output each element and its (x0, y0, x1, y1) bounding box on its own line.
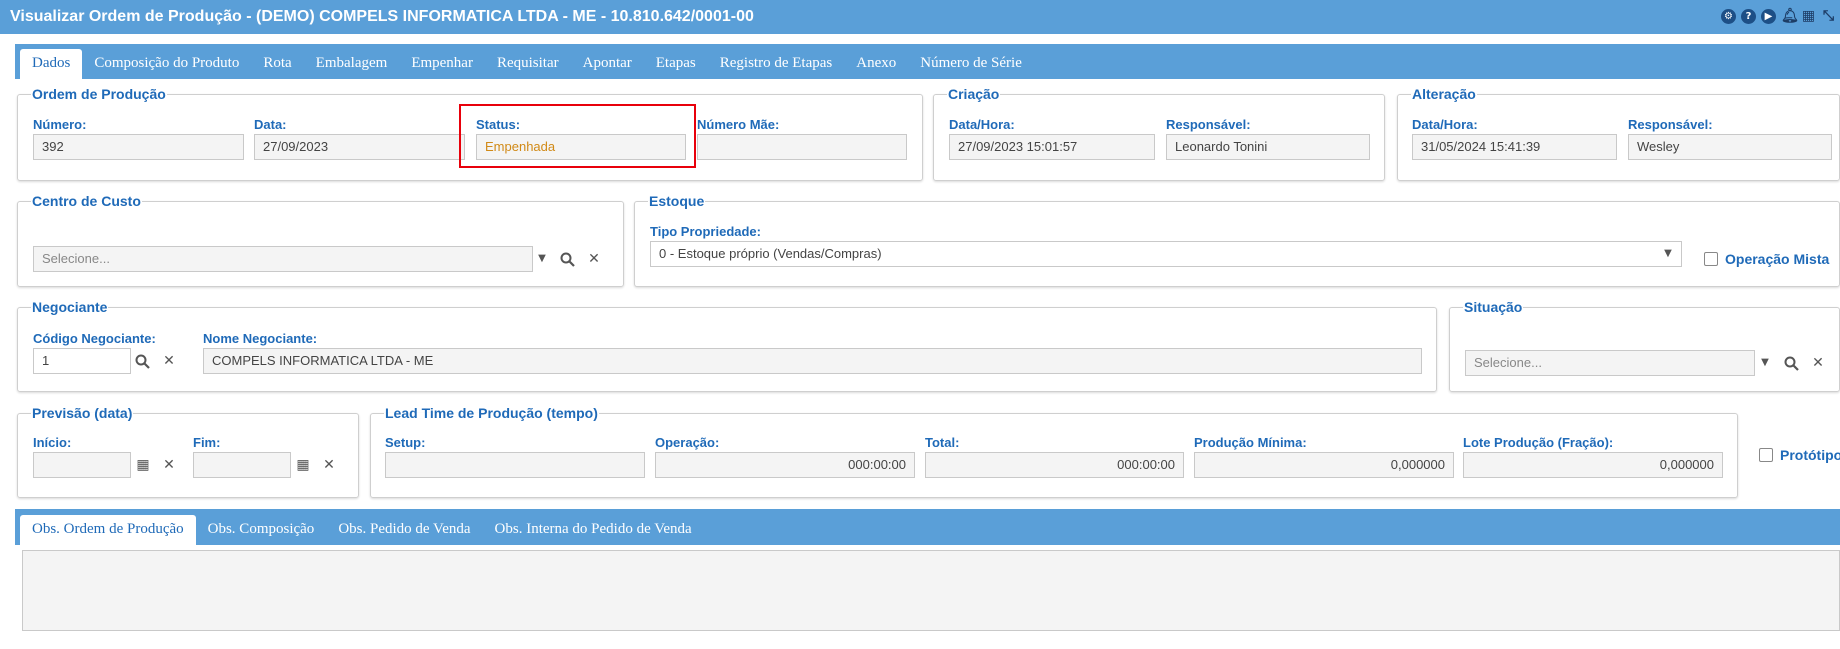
operacao-mista-label: Operação Mista (1725, 251, 1830, 267)
tab-numero-serie[interactable]: Número de Série (908, 49, 1034, 79)
tab-composicao-produto[interactable]: Composição do Produto (82, 49, 251, 79)
bell-icon[interactable]: 🔔︎ (1781, 9, 1799, 24)
fim-date-field[interactable] (193, 452, 291, 478)
criacao-legend: Criação (948, 86, 1000, 102)
tipo-propriedade-label: Tipo Propriedade: (650, 224, 761, 239)
obs-textarea[interactable] (22, 550, 1840, 631)
ordem-producao-legend: Ordem de Produção (32, 86, 166, 102)
operacao-mista-checkbox[interactable] (1704, 252, 1718, 266)
alteracao-responsavel-label: Responsável: (1628, 117, 1713, 132)
settings-icon[interactable]: ⚙ (1721, 9, 1736, 24)
prototipo-label: Protótipo (1780, 447, 1840, 463)
numero-mae-field[interactable] (697, 134, 907, 160)
tab-dados[interactable]: Dados (20, 49, 83, 79)
tab-rota[interactable]: Rota (251, 49, 303, 79)
centro-custo-group: Centro de Custo (17, 193, 624, 287)
situacao-search-icon[interactable] (1781, 353, 1801, 373)
nome-negociante-label: Nome Negociante: (203, 331, 318, 346)
criacao-responsavel-label: Responsável: (1166, 117, 1251, 132)
negociante-clear-icon[interactable]: ✕ (159, 351, 179, 371)
lote-producao-field[interactable]: 0,000000 (1463, 452, 1723, 478)
lead-time-legend: Lead Time de Produção (tempo) (385, 405, 598, 421)
criacao-datahora-field[interactable]: 27/09/2023 15:01:57 (949, 134, 1155, 160)
numero-mae-label: Número Mãe: (697, 117, 780, 132)
data-field[interactable]: 27/09/2023 (254, 134, 465, 160)
operacao-label: Operação: (655, 435, 720, 450)
total-field[interactable]: 000:00:00 (925, 452, 1184, 478)
situacao-legend: Situação (1464, 299, 1523, 315)
nome-negociante-field[interactable]: COMPELS INFORMATICA LTDA - ME (203, 348, 1422, 374)
situacao-select[interactable]: Selecione... (1465, 350, 1755, 376)
fim-calendar-icon[interactable]: ▦ (293, 455, 313, 475)
main-tabbar: Dados Composição do Produto Rota Embalag… (15, 44, 1840, 79)
tab-obs-ordem-producao[interactable]: Obs. Ordem de Produção (20, 515, 196, 545)
centro-custo-search-icon[interactable] (557, 249, 577, 269)
prototipo-checkbox[interactable] (1759, 448, 1773, 462)
codigo-negociante-field[interactable]: 1 (33, 348, 131, 374)
status-highlight-box (459, 104, 696, 168)
negociante-search-icon[interactable] (132, 351, 152, 371)
centro-custo-legend: Centro de Custo (32, 193, 141, 209)
tab-obs-interna-pedido-venda[interactable]: Obs. Interna do Pedido de Venda (483, 515, 704, 545)
estoque-group: Estoque (634, 193, 1840, 287)
codigo-negociante-label: Código Negociante: (33, 331, 156, 346)
fim-clear-icon[interactable]: ✕ (319, 455, 339, 475)
data-label: Data: (254, 117, 287, 132)
negociante-legend: Negociante (32, 299, 108, 315)
tab-apontar[interactable]: Apontar (571, 49, 644, 79)
tab-obs-composicao[interactable]: Obs. Composição (196, 515, 327, 545)
previsao-legend: Previsão (data) (32, 405, 133, 421)
obs-tabbar: Obs. Ordem de Produção Obs. Composição O… (15, 509, 1840, 545)
situacao-group: Situação (1449, 299, 1840, 392)
play-icon[interactable]: ▶ (1761, 9, 1776, 24)
numero-label: Número: (33, 117, 87, 132)
titlebar-icons: ⚙ ? ▶ 🔔︎ ▦ ⤡ (1721, 9, 1836, 24)
situacao-clear-icon[interactable]: ✕ (1808, 353, 1828, 373)
tab-obs-pedido-venda[interactable]: Obs. Pedido de Venda (326, 515, 482, 545)
numero-field[interactable]: 392 (33, 134, 244, 160)
tab-empenhar[interactable]: Empenhar (399, 49, 485, 79)
estoque-legend: Estoque (649, 193, 705, 209)
situacao-dropdown-icon[interactable]: ▼ (1755, 353, 1775, 373)
window-title: Visualizar Ordem de Produção - (DEMO) CO… (10, 8, 754, 25)
criacao-responsavel-field[interactable]: Leonardo Tonini (1166, 134, 1370, 160)
centro-custo-select[interactable]: Selecione... (33, 246, 533, 272)
tab-embalagem[interactable]: Embalagem (304, 49, 400, 79)
calendar-icon[interactable]: ▦ (1801, 9, 1816, 24)
fim-label: Fim: (193, 435, 221, 450)
centro-custo-dropdown-icon[interactable]: ▼ (532, 249, 552, 269)
alteracao-legend: Alteração (1412, 86, 1476, 102)
setup-label: Setup: (385, 435, 426, 450)
inicio-label: Início: (33, 435, 72, 450)
producao-minima-field[interactable]: 0,000000 (1194, 452, 1454, 478)
lote-producao-label: Lote Produção (Fração): (1463, 435, 1614, 450)
window-titlebar: Visualizar Ordem de Produção - (DEMO) CO… (0, 0, 1840, 34)
alteracao-responsavel-field[interactable]: Wesley (1628, 134, 1832, 160)
alteracao-datahora-label: Data/Hora: (1412, 117, 1478, 132)
producao-minima-label: Produção Mínima: (1194, 435, 1307, 450)
tab-requisitar[interactable]: Requisitar (485, 49, 571, 79)
tab-registro-etapas[interactable]: Registro de Etapas (708, 49, 844, 79)
tipo-propriedade-dropdown-icon[interactable]: ▼ (1658, 244, 1678, 264)
tab-etapas[interactable]: Etapas (644, 49, 708, 79)
centro-custo-clear-icon[interactable]: ✕ (584, 249, 604, 269)
setup-field[interactable] (385, 452, 645, 478)
alteracao-datahora-field[interactable]: 31/05/2024 15:41:39 (1412, 134, 1617, 160)
total-label: Total: (925, 435, 960, 450)
help-icon[interactable]: ? (1741, 9, 1756, 24)
criacao-datahora-label: Data/Hora: (949, 117, 1015, 132)
operacao-field[interactable]: 000:00:00 (655, 452, 915, 478)
tipo-propriedade-select[interactable]: 0 - Estoque próprio (Vendas/Compras) (650, 241, 1682, 267)
inicio-calendar-icon[interactable]: ▦ (133, 455, 153, 475)
inicio-date-field[interactable] (33, 452, 131, 478)
inicio-clear-icon[interactable]: ✕ (159, 455, 179, 475)
collapse-icon[interactable]: ⤡ (1821, 9, 1836, 24)
tab-anexo[interactable]: Anexo (844, 49, 908, 79)
